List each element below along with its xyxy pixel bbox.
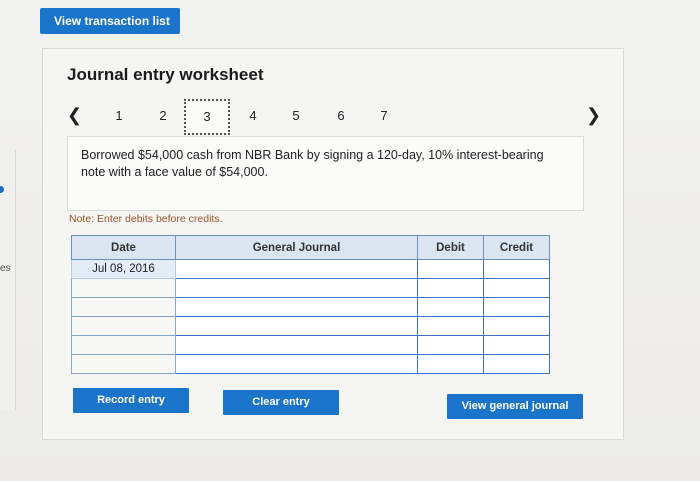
credit-input[interactable]	[483, 278, 550, 298]
page-7-link[interactable]: 7	[367, 103, 401, 129]
date-cell	[71, 297, 176, 317]
debit-input[interactable]	[417, 297, 484, 317]
transaction-description: Borrowed $54,000 cash from NBR Bank by s…	[67, 136, 584, 211]
record-entry-button[interactable]: Record entry	[73, 388, 189, 413]
left-sidebar-strip	[0, 150, 16, 410]
chevron-right-icon[interactable]: ❯	[586, 103, 601, 127]
credit-input[interactable]	[483, 259, 550, 279]
debit-input[interactable]	[417, 278, 484, 298]
chevron-left-icon[interactable]: ❮	[67, 103, 82, 127]
page-2-link[interactable]: 2	[146, 103, 180, 129]
header-general-journal: General Journal	[175, 235, 418, 260]
date-cell	[71, 335, 176, 355]
worksheet-title: Journal entry worksheet	[67, 65, 264, 84]
active-indicator-dot	[0, 186, 4, 193]
view-transaction-list-button[interactable]: View transaction list	[40, 8, 180, 34]
date-cell: Jul 08, 2016	[71, 259, 176, 279]
worksheet-pager: ❮ 1 2 3 4 5 6 7 ❯	[43, 99, 625, 135]
account-input[interactable]	[175, 316, 418, 336]
page-6-link[interactable]: 6	[324, 103, 358, 129]
header-debit: Debit	[417, 235, 484, 260]
date-cell	[71, 278, 176, 298]
debit-input[interactable]	[417, 354, 484, 374]
header-credit: Credit	[483, 235, 550, 260]
account-input[interactable]	[175, 297, 418, 317]
page-1-link[interactable]: 1	[102, 103, 136, 129]
debit-input[interactable]	[417, 316, 484, 336]
table-row	[71, 316, 550, 336]
table-header-row: Date General Journal Debit Credit	[71, 235, 550, 260]
credit-input[interactable]	[483, 354, 550, 374]
view-general-journal-button[interactable]: View general journal	[447, 394, 583, 419]
header-date: Date	[71, 235, 176, 260]
credit-input[interactable]	[483, 297, 550, 317]
journal-table: Date General Journal Debit Credit Jul 08…	[71, 235, 550, 374]
account-input[interactable]	[175, 335, 418, 355]
clear-entry-button[interactable]: Clear entry	[223, 390, 339, 415]
page-5-link[interactable]: 5	[279, 103, 313, 129]
account-input[interactable]	[175, 354, 418, 374]
account-input[interactable]	[175, 278, 418, 298]
date-cell	[71, 316, 176, 336]
sidebar-cutoff-text: es	[0, 263, 11, 274]
journal-entry-worksheet-panel: Journal entry worksheet ❮ 1 2 3 4 5 6 7 …	[42, 48, 624, 440]
table-row	[71, 354, 550, 374]
table-row: Jul 08, 2016	[71, 259, 550, 279]
credit-input[interactable]	[483, 316, 550, 336]
credit-input[interactable]	[483, 335, 550, 355]
date-cell	[71, 354, 176, 374]
page-4-link[interactable]: 4	[236, 103, 270, 129]
table-row	[71, 335, 550, 355]
debits-note: Note: Enter debits before credits.	[69, 213, 223, 225]
table-row	[71, 278, 550, 298]
table-row	[71, 297, 550, 317]
debit-input[interactable]	[417, 335, 484, 355]
debit-input[interactable]	[417, 259, 484, 279]
page-3-link[interactable]: 3	[184, 99, 230, 135]
account-input[interactable]	[175, 259, 418, 279]
